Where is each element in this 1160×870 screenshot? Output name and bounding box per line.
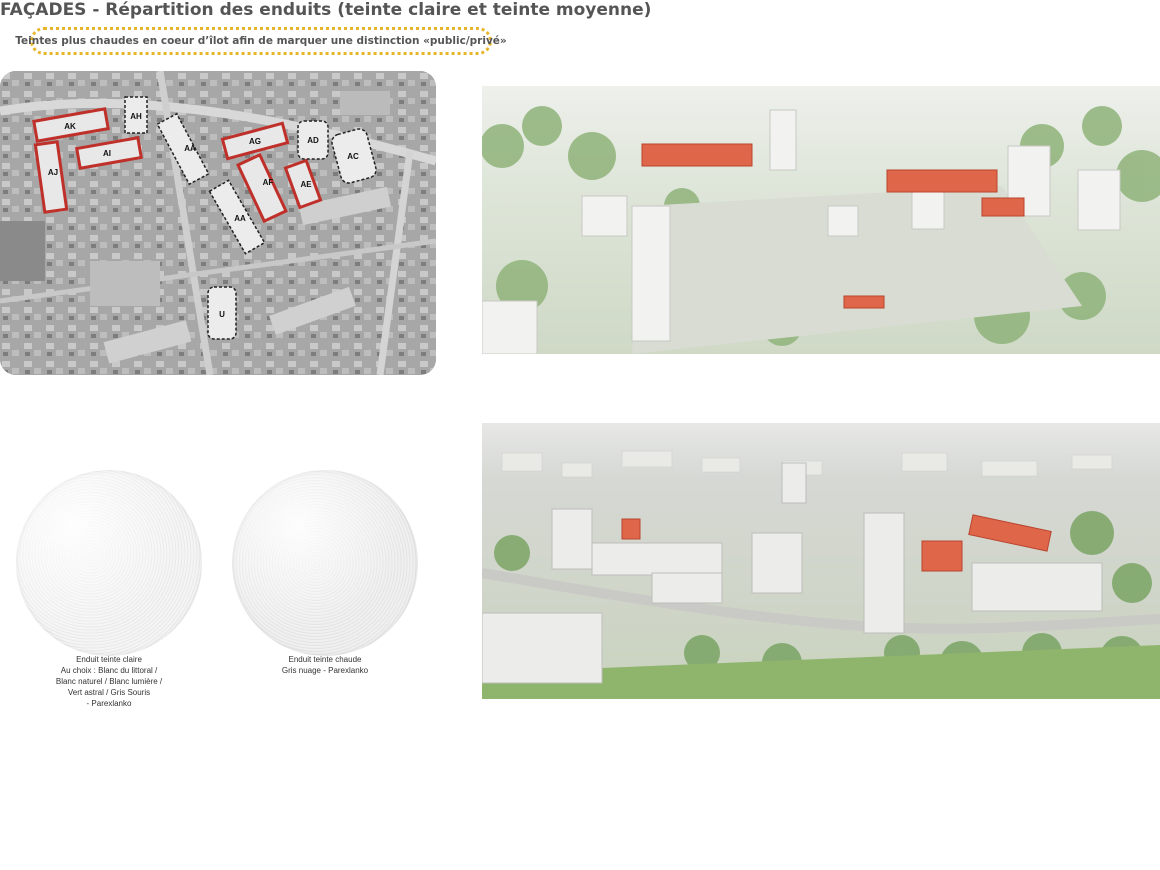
light-swatch-caption: Enduit teinte claire Au choix : Blanc du…: [34, 654, 184, 709]
callout-note: Teintes plus chaudes en coeur d’îlot afi…: [15, 27, 507, 55]
label-ag: AG: [249, 137, 261, 146]
label-aj: AJ: [48, 168, 58, 177]
label-aa-2: AA: [234, 214, 246, 223]
label-u: U: [219, 310, 225, 319]
aerial-render-bottom: [482, 423, 1160, 699]
page-title: FAÇADES - Répartition des enduits (teint…: [0, 0, 652, 20]
label-ah: AH: [130, 112, 142, 121]
label-af: AF: [263, 178, 274, 187]
label-ae: AE: [300, 180, 312, 189]
caption-line: Au choix : Blanc du littoral /: [60, 666, 158, 675]
label-aa-1: AA: [184, 144, 196, 153]
aerial-plan-image: AK AJ AI AG AF AE AH AA AD AC AA U: [0, 71, 436, 375]
caption-line: Enduit teinte claire: [76, 655, 142, 664]
aerial-render-top: [482, 86, 1160, 354]
aerial-plan-svg: AK AJ AI AG AF AE AH AA AD AC AA U: [0, 71, 436, 375]
caption-line: Vert astral / Gris Souris: [67, 688, 151, 697]
light-render-swatch: [16, 470, 202, 656]
caption-line: - Parexlanko: [86, 699, 132, 708]
caption-line: Gris nuage - Parexlanko: [281, 666, 369, 675]
caption-line: Enduit teinte chaude: [288, 655, 362, 664]
label-ad: AD: [307, 136, 319, 145]
warm-render-swatch: [232, 470, 418, 656]
label-ak: AK: [64, 122, 76, 131]
label-ac: AC: [347, 152, 359, 161]
caption-line: Blanc naturel / Blanc lumière /: [55, 677, 163, 686]
label-ai: AI: [103, 149, 111, 158]
warm-swatch-caption: Enduit teinte chaude Gris nuage - Parexl…: [250, 654, 400, 676]
